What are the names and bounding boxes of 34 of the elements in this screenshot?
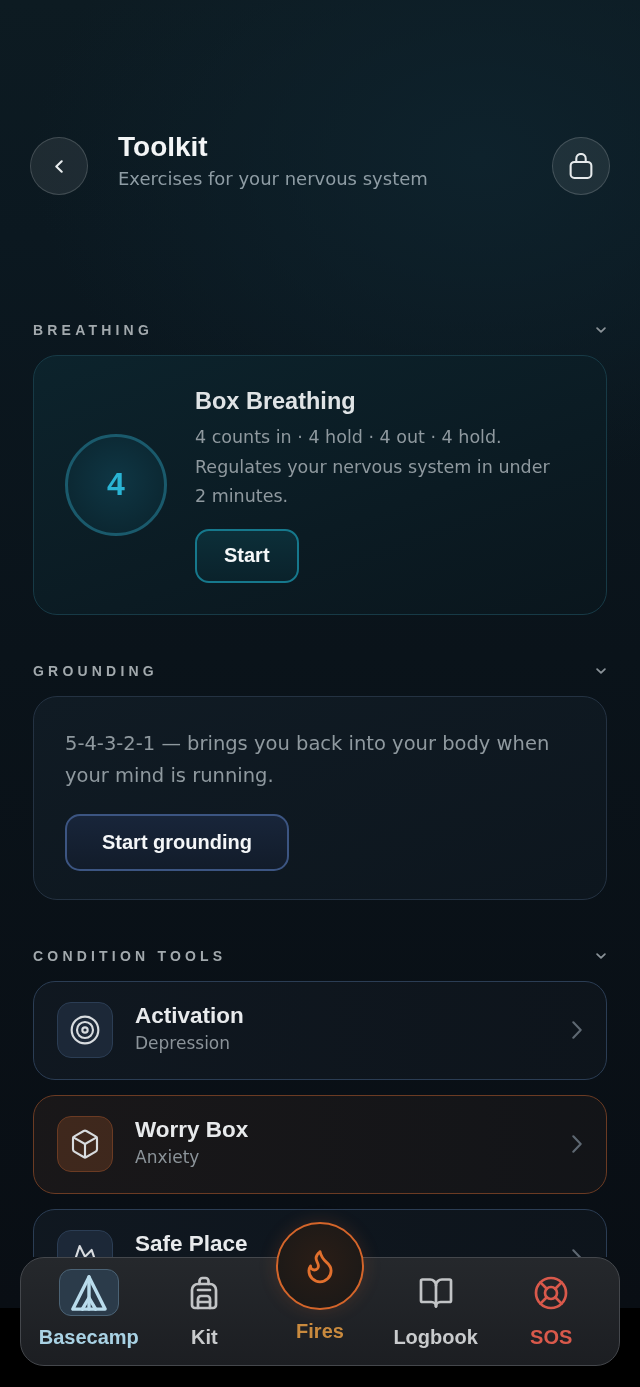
open-book-icon (417, 1275, 454, 1311)
chevron-down-icon[interactable] (596, 667, 606, 674)
nav-tab[interactable]: Kit (146, 1269, 263, 1348)
lock-icon (569, 153, 593, 179)
section-label: GROUNDING (33, 662, 158, 679)
nav-tab[interactable]: Basecamp (31, 1269, 147, 1348)
tool-row[interactable]: Activation Depression (33, 980, 607, 1080)
card-description: 4 counts in · 4 hold · 4 out · 4 hold. Regulates your nervous system in under 2 minutes. (195, 426, 551, 508)
page-subtitle: Exercises for your nervous system (118, 168, 428, 190)
card-description: 5-4-3-2-1 — brings you back into your body when your mind is running. (65, 730, 551, 789)
target-icon (57, 1002, 113, 1058)
lifebuoy-icon (533, 1275, 570, 1311)
tool-row[interactable]: Safe Place (33, 1208, 607, 1257)
section-label: BREATHING (33, 322, 153, 338)
nav-tab[interactable]: SOS (493, 1269, 609, 1348)
tool-title: Activation (135, 1004, 244, 1027)
chevron-down-icon[interactable] (596, 952, 606, 959)
tool-subtitle: Depression (135, 1031, 231, 1054)
tool-title: Worry Box (135, 1118, 249, 1141)
count-circle: 4 (65, 433, 167, 536)
chevron-right-icon (572, 1135, 582, 1153)
chevron-right-icon (572, 1021, 582, 1039)
section-label: CONDITION TOOLS (33, 947, 227, 964)
tool-row[interactable]: Worry Box Anxiety (33, 1094, 607, 1194)
card-title: Box Breathing (195, 387, 356, 415)
start-grounding-button[interactable]: Start grounding (65, 813, 289, 871)
chevron-left-icon (55, 159, 63, 173)
start-button[interactable]: Start (195, 528, 299, 583)
tool-title: Safe Place (135, 1232, 248, 1255)
nav-tab[interactable]: Logbook (377, 1269, 494, 1348)
tool-subtitle: Anxiety (135, 1145, 200, 1168)
tent-icon (58, 1269, 119, 1316)
cube-icon (57, 1116, 113, 1172)
chevron-down-icon[interactable] (596, 327, 606, 333)
